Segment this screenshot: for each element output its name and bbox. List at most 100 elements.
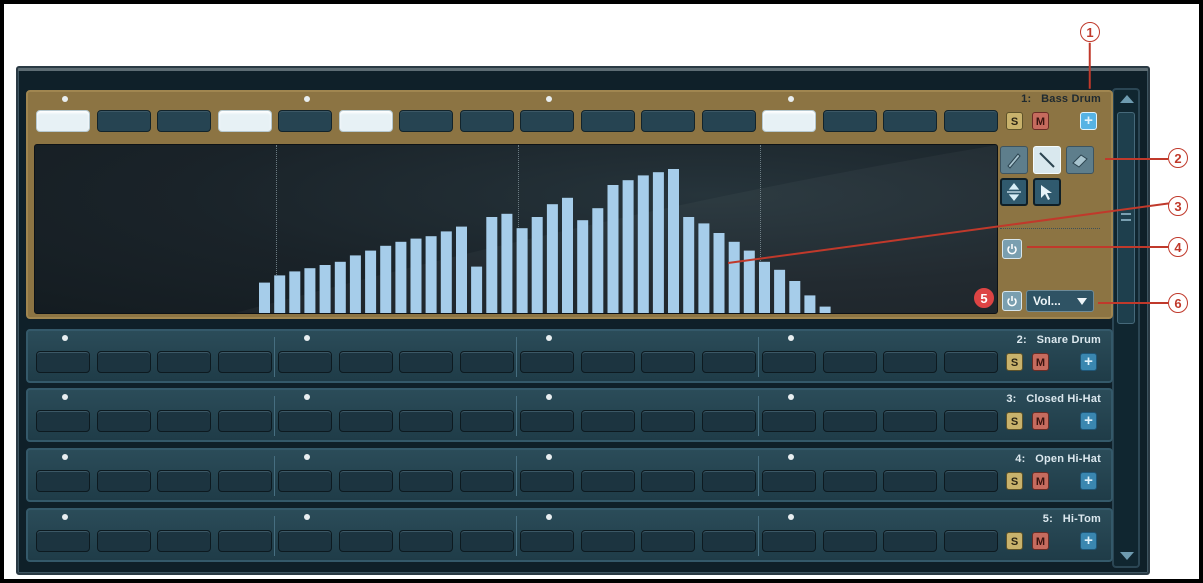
step-button[interactable] [36, 351, 90, 373]
step-button[interactable] [762, 351, 816, 373]
step-button[interactable] [701, 351, 756, 373]
step-button[interactable] [459, 351, 514, 373]
step-button[interactable] [580, 110, 635, 132]
step-button[interactable] [883, 530, 937, 552]
step-button[interactable] [822, 351, 877, 373]
modulation-bar[interactable] [395, 241, 407, 313]
step-button[interactable] [338, 530, 393, 552]
modulation-bar[interactable] [289, 271, 301, 313]
modulation-bar[interactable] [546, 204, 558, 313]
expand-track-button[interactable]: + [1080, 412, 1097, 430]
modulation-bar[interactable] [425, 236, 437, 313]
step-button[interactable] [580, 470, 635, 492]
modulation-bar[interactable] [365, 250, 377, 313]
step-button[interactable] [459, 410, 514, 432]
select-tool-icon[interactable] [1033, 178, 1061, 206]
modulation-bar[interactable] [698, 223, 710, 313]
step-button[interactable] [96, 530, 151, 552]
modulation-bar[interactable] [789, 281, 801, 313]
step-button[interactable] [217, 110, 272, 132]
modulation-bar[interactable] [804, 295, 816, 313]
modulation-bar[interactable] [531, 217, 543, 313]
step-button[interactable] [278, 530, 332, 552]
scroll-thumb[interactable] [1117, 112, 1135, 324]
step-button[interactable] [217, 470, 272, 492]
step-button[interactable] [822, 530, 877, 552]
move-vertical-tool-icon[interactable] [1000, 178, 1028, 206]
step-button[interactable] [217, 530, 272, 552]
modulation-bar[interactable] [486, 217, 498, 313]
modulation-graph[interactable] [34, 144, 998, 314]
modulation-bar[interactable] [334, 261, 346, 313]
step-button[interactable] [641, 410, 695, 432]
step-button[interactable] [36, 530, 90, 552]
step-button[interactable] [338, 110, 393, 132]
modulation-bar[interactable] [728, 241, 740, 313]
solo-button[interactable]: S [1006, 412, 1023, 430]
modulation-bar[interactable] [713, 233, 725, 313]
step-button[interactable] [943, 410, 998, 432]
step-button[interactable] [883, 470, 937, 492]
pencil-tool-icon[interactable] [1000, 146, 1028, 174]
modulation-bar[interactable] [683, 217, 695, 313]
step-button[interactable] [278, 351, 332, 373]
step-button[interactable] [641, 351, 695, 373]
step-button[interactable] [762, 410, 816, 432]
expand-track-button[interactable]: + [1080, 353, 1097, 371]
modulation-bar[interactable] [668, 169, 679, 313]
step-button[interactable] [459, 110, 514, 132]
step-button[interactable] [762, 470, 816, 492]
step-button[interactable] [580, 351, 635, 373]
step-button[interactable] [157, 351, 211, 373]
parameter-power-icon[interactable] [1002, 291, 1022, 311]
modulation-bar[interactable] [774, 269, 786, 313]
step-button[interactable] [520, 410, 574, 432]
step-button[interactable] [943, 530, 998, 552]
solo-button[interactable]: S [1006, 112, 1023, 130]
modulation-bar[interactable] [501, 213, 513, 313]
expand-track-button[interactable]: + [1080, 532, 1097, 550]
modulation-bar[interactable] [592, 208, 604, 313]
step-button[interactable] [96, 410, 151, 432]
step-button[interactable] [580, 410, 635, 432]
step-button[interactable] [338, 351, 393, 373]
step-button[interactable] [883, 351, 937, 373]
step-button[interactable] [883, 110, 937, 132]
step-button[interactable] [338, 410, 393, 432]
step-button[interactable] [701, 410, 756, 432]
step-button[interactable] [96, 351, 151, 373]
step-button[interactable] [278, 410, 332, 432]
step-button[interactable] [762, 530, 816, 552]
vertical-scrollbar[interactable] [1112, 88, 1140, 568]
step-button[interactable] [157, 470, 211, 492]
modulation-bar[interactable] [349, 255, 361, 313]
step-button[interactable] [96, 110, 151, 132]
modulation-bar[interactable] [380, 245, 392, 313]
step-button[interactable] [520, 470, 574, 492]
step-button[interactable] [399, 470, 453, 492]
step-button[interactable] [701, 110, 756, 132]
step-button[interactable] [822, 410, 877, 432]
step-button[interactable] [399, 110, 453, 132]
modulation-bar[interactable] [607, 185, 619, 313]
modulation-bar[interactable] [274, 275, 286, 313]
step-button[interactable] [157, 530, 211, 552]
step-button[interactable] [36, 410, 90, 432]
eraser-tool-icon[interactable] [1066, 146, 1094, 174]
modulation-bar[interactable] [456, 226, 467, 313]
modulation-bar[interactable] [410, 238, 422, 313]
step-button[interactable] [96, 470, 151, 492]
step-button[interactable] [399, 530, 453, 552]
modulation-bar[interactable] [319, 265, 331, 313]
modulation-bar[interactable] [304, 268, 316, 313]
step-button[interactable] [943, 470, 998, 492]
parameter-dropdown[interactable]: Vol... [1026, 290, 1094, 312]
step-button[interactable] [822, 110, 877, 132]
step-button[interactable] [157, 410, 211, 432]
step-button[interactable] [459, 470, 514, 492]
step-button[interactable] [943, 110, 998, 132]
modulation-bar[interactable] [440, 231, 452, 313]
modulation-enable-power-icon[interactable] [1002, 239, 1022, 259]
step-button[interactable] [520, 530, 574, 552]
expand-track-button[interactable]: + [1080, 472, 1097, 490]
